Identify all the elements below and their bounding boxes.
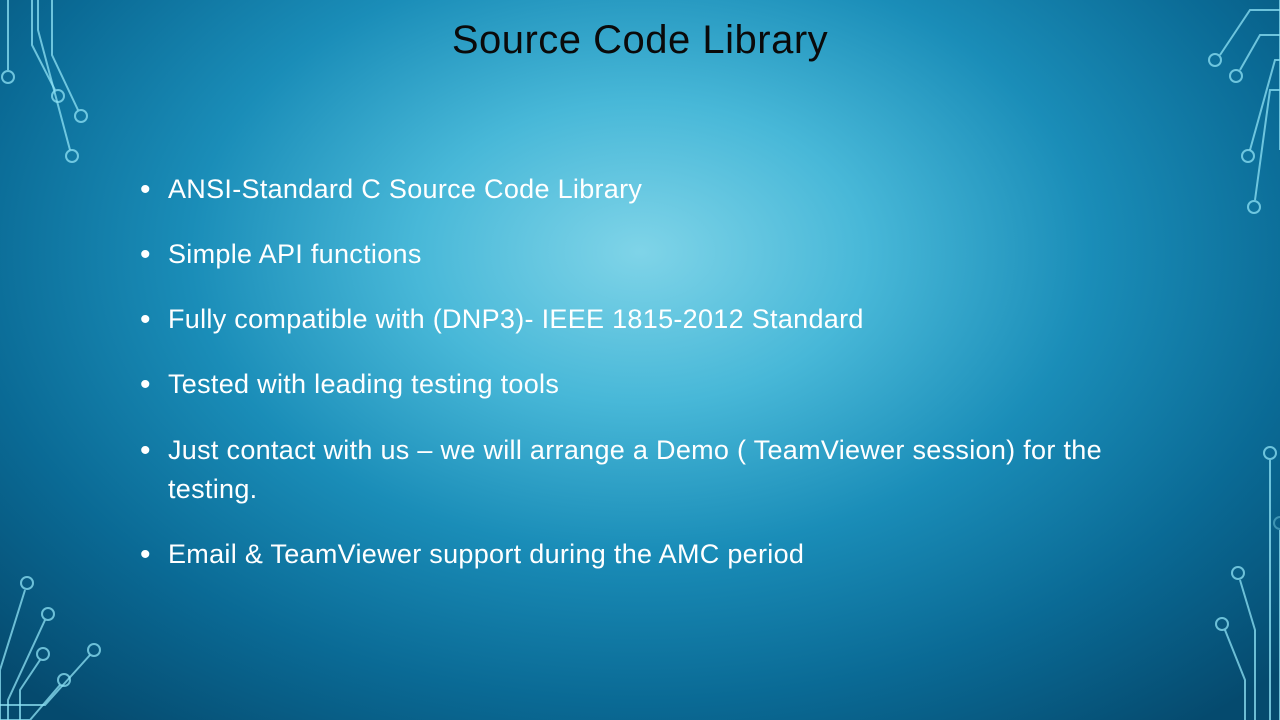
bullet-item: Fully compatible with (DNP3)- IEEE 1815-… [140,300,1180,339]
bullet-item: Just contact with us – we will arrange a… [140,431,1180,509]
slide-title: Source Code Library [0,18,1280,63]
bullet-item: Tested with leading testing tools [140,365,1180,404]
bullet-item: Simple API functions [140,235,1180,274]
bullet-list: ANSI-Standard C Source Code Library Simp… [140,170,1180,600]
bullet-item: ANSI-Standard C Source Code Library [140,170,1180,209]
bullet-item: Email & TeamViewer support during the AM… [140,535,1180,574]
circuit-decoration-bottom-left [0,490,140,720]
slide: Source Code Library ANSI-Standard C Sour… [0,0,1280,720]
